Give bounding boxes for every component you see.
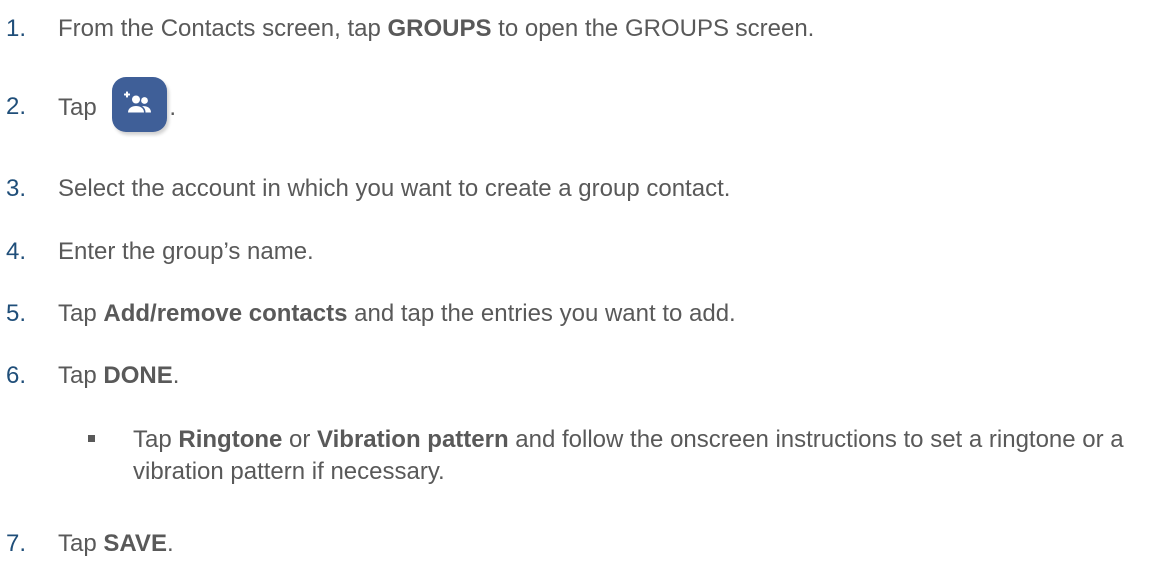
step-text-part: Tap <box>58 300 104 327</box>
step-number: 1. <box>6 15 27 42</box>
step-text-part: . <box>169 94 177 121</box>
step-text: Tap . <box>58 77 177 137</box>
ui-term: Vibration pattern <box>317 426 509 453</box>
add-group-glyph <box>124 91 152 113</box>
sub-bullet-text: Tap Ringtone or Vibration pattern and fo… <box>133 424 1143 488</box>
step-text: Select the account in which you want to … <box>58 175 731 202</box>
step-number: 5. <box>6 300 27 327</box>
step-number: 3. <box>6 175 27 202</box>
step-text-part: Tap <box>58 530 104 557</box>
ui-term: SAVE <box>103 530 167 557</box>
bullet-text-part: Tap <box>133 426 179 453</box>
step-number: 7. <box>6 530 27 557</box>
step-text-part: Tap <box>58 362 104 389</box>
step-text-part: From the Contacts screen, tap <box>58 15 388 42</box>
step-number: 6. <box>6 362 27 389</box>
step-text: From the Contacts screen, tap GROUPS to … <box>58 14 814 44</box>
ui-term: GROUPS <box>387 15 492 42</box>
step-text-part: Tap <box>58 94 104 121</box>
sub-bullet-item: Tap Ringtone or Vibration pattern and fo… <box>0 424 1154 494</box>
bullet-text-part: or <box>282 426 318 453</box>
ui-term: Add/remove contacts <box>103 300 348 327</box>
step-text-part: and tap the entries you want to add. <box>347 300 736 327</box>
ui-term: Ringtone <box>178 426 283 453</box>
step-number: 2. <box>6 93 27 120</box>
step-text-part: . <box>166 530 174 557</box>
ui-term: DONE <box>103 362 173 389</box>
step-text-part: to open the GROUPS screen. <box>491 15 815 42</box>
step-text: Tap SAVE. <box>58 529 174 559</box>
step-text: Tap Add/remove contacts and tap the entr… <box>58 299 736 329</box>
step-text: Enter the group’s name. <box>58 238 314 265</box>
step-text-part: . <box>172 362 180 389</box>
step-text: Tap DONE. <box>58 361 179 391</box>
step-number: 4. <box>6 238 27 265</box>
square-bullet-icon <box>88 435 95 442</box>
add-group-icon <box>109 77 168 135</box>
